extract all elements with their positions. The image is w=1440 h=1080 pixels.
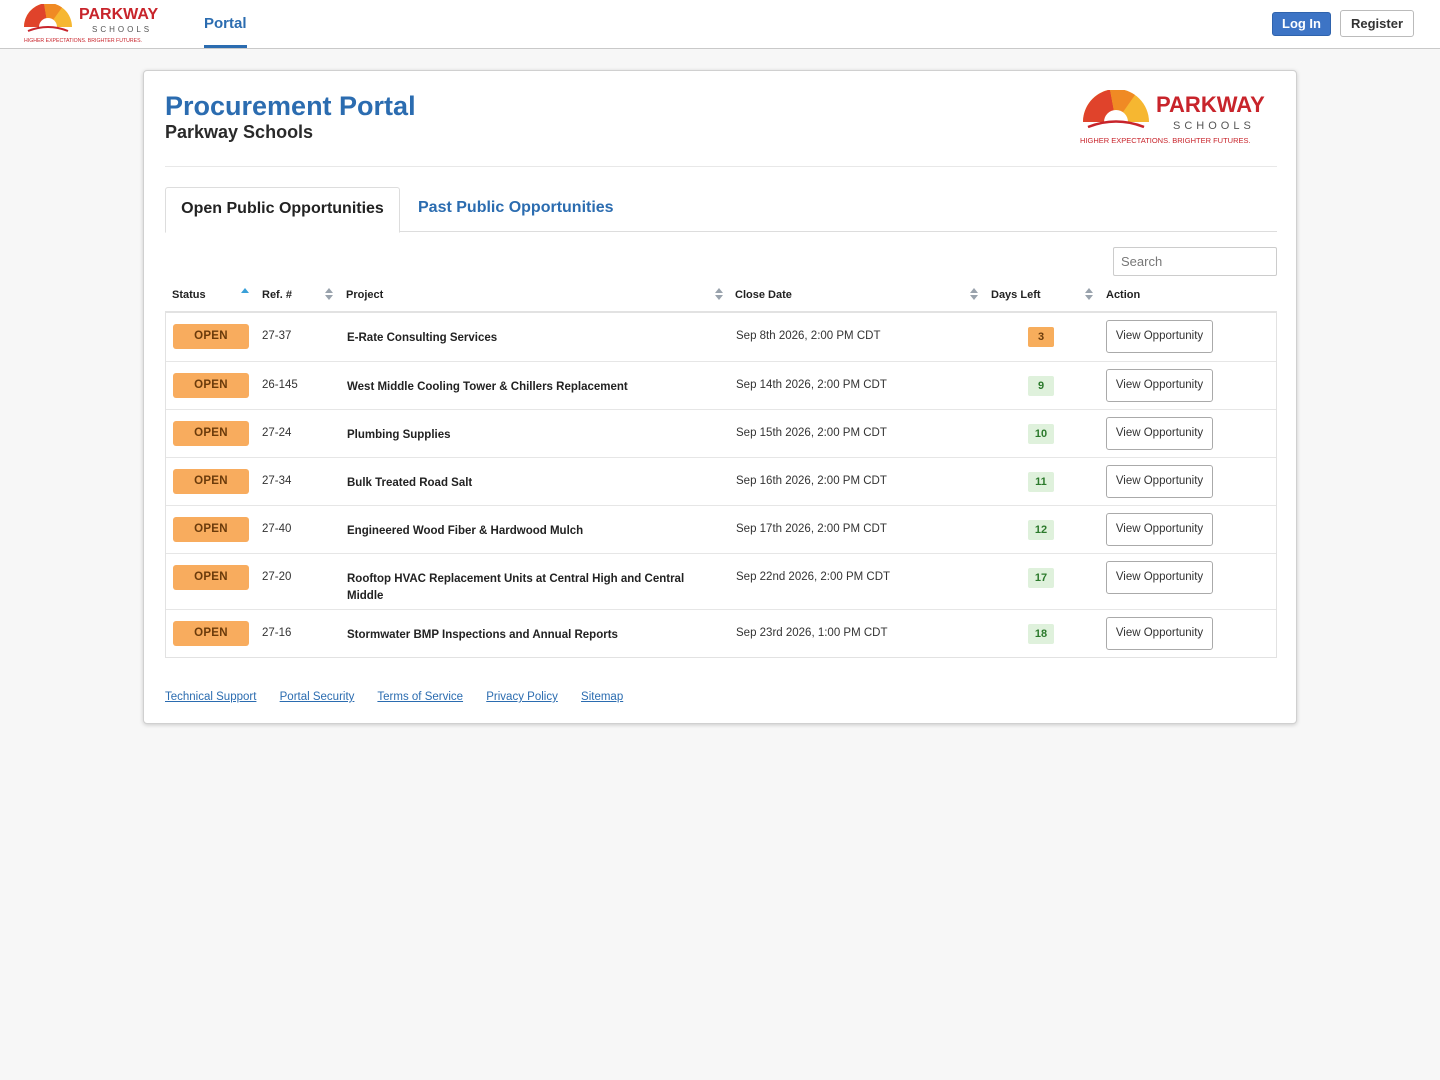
table-body: OPEN 27-37 E-Rate Consulting Services Se… (165, 313, 1277, 658)
table-row: OPEN 27-37 E-Rate Consulting Services Se… (166, 313, 1276, 361)
status-badge: OPEN (173, 517, 249, 542)
footer-links: Technical Support Portal Security Terms … (165, 691, 643, 703)
column-header-close-date[interactable]: Close Date (735, 285, 792, 311)
project-name: West Middle Cooling Tower & Chillers Rep… (347, 381, 628, 393)
logo-sub-large: SCHOOLS (1173, 120, 1255, 132)
close-date: Sep 23rd 2026, 1:00 PM CDT (736, 627, 888, 639)
column-header-status[interactable]: Status (172, 285, 206, 311)
register-button[interactable]: Register (1340, 10, 1414, 37)
status-badge: OPEN (173, 565, 249, 590)
logo-wordmark: PARKWAY (79, 6, 158, 23)
tab-past-opportunities[interactable]: Past Public Opportunities (418, 187, 614, 231)
header-divider (165, 166, 1277, 167)
days-left-badge: 18 (1028, 624, 1054, 644)
view-opportunity-button[interactable]: View Opportunity (1106, 417, 1213, 450)
table-row: OPEN 26-145 West Middle Cooling Tower & … (166, 361, 1276, 409)
page-subtitle: Parkway Schools (165, 122, 314, 142)
logo-sub: SCHOOLS (92, 25, 152, 34)
ref-number: 27-37 (262, 330, 292, 342)
ref-number: 27-24 (262, 427, 292, 439)
column-header-project[interactable]: Project (346, 285, 383, 311)
ref-number: 27-20 (262, 571, 292, 583)
close-date: Sep 17th 2026, 2:00 PM CDT (736, 523, 887, 535)
close-date: Sep 8th 2026, 2:00 PM CDT (736, 330, 881, 342)
footer-link-portal-security[interactable]: Portal Security (280, 691, 355, 703)
status-badge: OPEN (173, 324, 249, 349)
status-badge: OPEN (173, 621, 249, 646)
login-button[interactable]: Log In (1272, 12, 1331, 36)
table-row: OPEN 27-20 Rooftop HVAC Replacement Unit… (166, 553, 1276, 609)
view-opportunity-button[interactable]: View Opportunity (1106, 320, 1213, 353)
table-row: OPEN 27-24 Plumbing Supplies Sep 15th 20… (166, 409, 1276, 457)
opportunities-table: Status Ref. # Project Close Date Days Le… (165, 285, 1277, 658)
logo-tagline-large: HIGHER EXPECTATIONS. BRIGHTER FUTURES. (1080, 136, 1251, 145)
days-left-badge: 9 (1028, 376, 1054, 396)
project-name: Stormwater BMP Inspections and Annual Re… (347, 629, 618, 641)
status-badge: OPEN (173, 421, 249, 446)
ref-number: 27-16 (262, 627, 292, 639)
parkway-logo-large: PARKWAY SCHOOLS HIGHER EXPECTATIONS. BRI… (1080, 90, 1265, 145)
project-name: Plumbing Supplies (347, 429, 451, 441)
days-left-badge: 11 (1028, 472, 1054, 492)
project-name: E-Rate Consulting Services (347, 332, 498, 344)
sort-icon[interactable] (1085, 288, 1093, 302)
view-opportunity-button[interactable]: View Opportunity (1106, 465, 1213, 498)
ref-number: 27-34 (262, 475, 292, 487)
days-left-badge: 17 (1028, 568, 1054, 588)
footer-link-terms-of-service[interactable]: Terms of Service (377, 691, 463, 703)
close-date: Sep 22nd 2026, 2:00 PM CDT (736, 571, 891, 583)
status-badge: OPEN (173, 469, 249, 494)
days-left-badge: 12 (1028, 520, 1054, 540)
logo-tagline: HIGHER EXPECTATIONS. BRIGHTER FUTURES. (24, 38, 142, 44)
sort-icon[interactable] (325, 288, 333, 302)
column-header-ref[interactable]: Ref. # (262, 285, 292, 311)
close-date: Sep 15th 2026, 2:00 PM CDT (736, 427, 887, 439)
view-opportunity-button[interactable]: View Opportunity (1106, 369, 1213, 402)
view-opportunity-button[interactable]: View Opportunity (1106, 617, 1213, 650)
table-header: Status Ref. # Project Close Date Days Le… (165, 285, 1277, 313)
footer-link-sitemap[interactable]: Sitemap (581, 691, 623, 703)
sort-icon[interactable] (715, 288, 723, 302)
tab-open-opportunities[interactable]: Open Public Opportunities (165, 187, 400, 233)
project-name: Engineered Wood Fiber & Hardwood Mulch (347, 525, 584, 537)
table-row: OPEN 27-16 Stormwater BMP Inspections an… (166, 609, 1276, 657)
sort-icon[interactable] (970, 288, 978, 302)
view-opportunity-button[interactable]: View Opportunity (1106, 561, 1213, 594)
column-header-days-left[interactable]: Days Left (991, 285, 1041, 311)
status-badge: OPEN (173, 373, 249, 398)
project-name: Bulk Treated Road Salt (347, 477, 473, 489)
column-header-action: Action (1106, 289, 1141, 301)
top-navbar: PARKWAY SCHOOLS HIGHER EXPECTATIONS. BRI… (0, 0, 1440, 49)
view-opportunity-button[interactable]: View Opportunity (1106, 513, 1213, 546)
logo-wordmark-large: PARKWAY (1156, 92, 1265, 117)
days-left-badge: 3 (1028, 327, 1054, 347)
close-date: Sep 16th 2026, 2:00 PM CDT (736, 475, 887, 487)
table-row: OPEN 27-40 Engineered Wood Fiber & Hardw… (166, 505, 1276, 553)
parkway-logo[interactable]: PARKWAY SCHOOLS HIGHER EXPECTATIONS. BRI… (22, 4, 172, 44)
nav-portal-link[interactable]: Portal (204, 0, 247, 48)
ref-number: 26-145 (262, 379, 298, 391)
project-name: Rooftop HVAC Replacement Units at Centra… (347, 573, 685, 602)
footer-link-privacy-policy[interactable]: Privacy Policy (486, 691, 558, 703)
footer-link-technical-support[interactable]: Technical Support (165, 691, 256, 703)
ref-number: 27-40 (262, 523, 292, 535)
opportunity-tabs: Open Public Opportunities Past Public Op… (165, 187, 1277, 233)
search-input[interactable] (1113, 247, 1277, 276)
close-date: Sep 14th 2026, 2:00 PM CDT (736, 379, 887, 391)
page-title: Procurement Portal (165, 91, 416, 121)
main-card: Procurement Portal Parkway Schools PARKW… (143, 70, 1297, 724)
sort-asc-icon[interactable] (241, 288, 249, 302)
days-left-badge: 10 (1028, 424, 1054, 444)
table-row: OPEN 27-34 Bulk Treated Road Salt Sep 16… (166, 457, 1276, 505)
